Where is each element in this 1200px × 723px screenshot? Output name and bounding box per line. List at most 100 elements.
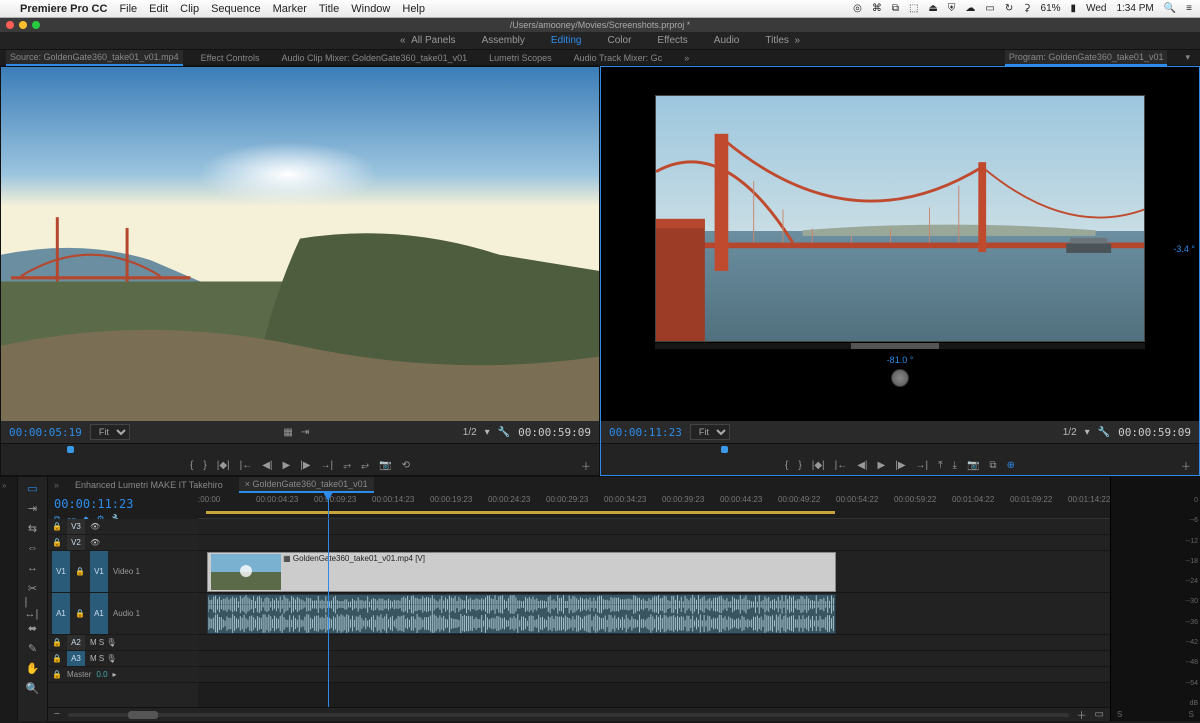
- workspace-all-panels[interactable]: All Panels: [411, 35, 455, 46]
- track-header-a3[interactable]: 🔒A3M S 🎙: [48, 651, 198, 667]
- status-icon[interactable]: ◎: [853, 3, 862, 14]
- slide-tool[interactable]: ⬌: [25, 621, 41, 635]
- vr-orientation-dial[interactable]: [891, 369, 909, 387]
- button-editor-icon[interactable]: ＋: [1181, 458, 1191, 473]
- source-playhead[interactable]: [67, 446, 74, 453]
- maximize-button[interactable]: [32, 21, 40, 29]
- hand-tool[interactable]: ✋: [25, 661, 41, 675]
- wifi-icon[interactable]: ⚳: [1023, 3, 1030, 14]
- visibility-icon[interactable]: 👁: [90, 538, 100, 547]
- workspace-editing[interactable]: Editing: [551, 35, 582, 46]
- lift-icon[interactable]: ⤒: [938, 460, 942, 471]
- zoom-in-icon[interactable]: ＋: [1077, 707, 1087, 722]
- dropbox-icon[interactable]: ⧉: [892, 3, 899, 14]
- step-fwd-icon[interactable]: |▶: [300, 460, 310, 471]
- source-monitor-viewport[interactable]: [1, 67, 599, 421]
- program-settings-icon[interactable]: 🔧: [1098, 427, 1110, 438]
- lock-icon[interactable]: 🔒: [52, 638, 62, 647]
- workspace-effects[interactable]: Effects: [657, 35, 687, 46]
- menu-help[interactable]: Help: [402, 3, 425, 15]
- status-icon[interactable]: ⬚: [909, 3, 918, 14]
- track-header-master[interactable]: 🔒Master0.0▸: [48, 667, 198, 683]
- work-area-bar[interactable]: [206, 511, 835, 514]
- tab-program-menu-icon[interactable]: ▾: [1181, 50, 1194, 65]
- video-clip[interactable]: ▦ GoldenGate360_take01_v01.mp4 [V]: [207, 552, 836, 592]
- visibility-icon[interactable]: 👁: [90, 522, 100, 531]
- selection-tool[interactable]: ▭: [25, 481, 41, 495]
- tab-lumetri-scopes[interactable]: Lumetri Scopes: [485, 51, 556, 65]
- lock-icon[interactable]: 🔒: [52, 670, 62, 679]
- source-vr-toggle-icon[interactable]: ▦: [283, 427, 292, 438]
- lock-icon[interactable]: 🔒: [52, 522, 62, 531]
- step-back-icon[interactable]: ◀|: [857, 460, 867, 471]
- source-timecode-in[interactable]: 00:00:05:19: [9, 426, 82, 439]
- status-icon[interactable]: ⌘: [872, 3, 882, 14]
- tab-effect-controls[interactable]: Effect Controls: [197, 51, 264, 65]
- program-hscroll[interactable]: [655, 343, 1145, 349]
- menu-extra-icon[interactable]: ≡: [1186, 3, 1192, 14]
- source-resolution[interactable]: 1/2: [463, 427, 477, 438]
- source-patch-v1[interactable]: V1: [52, 551, 70, 592]
- button-editor-icon[interactable]: ＋: [581, 458, 591, 473]
- program-resolution[interactable]: 1/2: [1063, 427, 1077, 438]
- track-select-tool[interactable]: ⇥: [25, 501, 41, 515]
- source-settings-icon[interactable]: 🔧: [498, 427, 510, 438]
- mark-out-icon[interactable]: }: [203, 460, 206, 471]
- lock-icon[interactable]: 🔒: [52, 538, 62, 547]
- rolling-edit-tool[interactable]: ⇔: [25, 541, 41, 555]
- pen-tool[interactable]: ✎: [25, 641, 41, 655]
- lock-icon[interactable]: 🔒: [75, 567, 85, 576]
- step-fwd-icon[interactable]: |▶: [895, 460, 905, 471]
- vr-video-toggle-icon[interactable]: ⊕: [1007, 460, 1015, 471]
- go-in-icon[interactable]: |←: [835, 460, 848, 471]
- shield-icon[interactable]: ⛨: [948, 3, 956, 14]
- export-frame-icon[interactable]: 📷: [967, 460, 979, 471]
- project-arrow-icon[interactable]: »: [0, 477, 17, 494]
- timeline-playhead-line[interactable]: [328, 519, 329, 707]
- source-zoom-select[interactable]: Fit: [90, 424, 130, 440]
- workspace-next-icon[interactable]: »: [794, 35, 800, 46]
- track-header-v3[interactable]: 🔒V3👁: [48, 519, 198, 535]
- panel-menu-icon[interactable]: »: [54, 480, 59, 490]
- timeline-zoom-slider[interactable]: [68, 713, 1069, 717]
- chevron-down-icon[interactable]: ▾: [1085, 427, 1090, 438]
- battery-icon[interactable]: ▮: [1071, 3, 1077, 14]
- program-scrubber[interactable]: [601, 443, 1199, 455]
- mark-in-icon[interactable]: {: [785, 460, 788, 471]
- program-timecode-in[interactable]: 00:00:11:23: [609, 426, 682, 439]
- extract-icon[interactable]: ⤓: [953, 460, 957, 471]
- slip-tool[interactable]: |↔|: [25, 601, 41, 615]
- track-header-v2[interactable]: 🔒V2👁: [48, 535, 198, 551]
- track-target-a1[interactable]: A1: [90, 593, 108, 634]
- tab-audio-track-mixer[interactable]: Audio Track Mixer: Gc: [570, 51, 667, 65]
- go-out-icon[interactable]: →|: [916, 460, 929, 471]
- workspace-prev-icon[interactable]: «: [400, 35, 406, 46]
- timeline-view-icon[interactable]: ▭: [1095, 709, 1104, 720]
- cloud-icon[interactable]: ☁: [965, 3, 975, 14]
- timeline-track-area[interactable]: ▦ GoldenGate360_take01_v01.mp4 [V]: [198, 519, 1110, 707]
- mark-out-icon[interactable]: }: [798, 460, 801, 471]
- step-back-icon[interactable]: ◀|: [262, 460, 272, 471]
- mark-clip-icon[interactable]: |◆|: [812, 460, 825, 471]
- sequence-tab-0[interactable]: Enhanced Lumetri MAKE IT Takehiro: [69, 478, 229, 492]
- export-frame-icon[interactable]: 📷: [379, 460, 391, 471]
- mark-clip-icon[interactable]: |◆|: [217, 460, 230, 471]
- workspace-assembly[interactable]: Assembly: [482, 35, 525, 46]
- audio-clip[interactable]: [207, 594, 836, 634]
- zoom-tool[interactable]: 🔍: [25, 681, 41, 695]
- tab-overflow-icon[interactable]: »: [680, 51, 693, 65]
- tab-program[interactable]: Program: GoldenGate360_take01_v01: [1005, 50, 1168, 66]
- menu-title[interactable]: Title: [319, 3, 339, 15]
- menu-sequence[interactable]: Sequence: [211, 3, 261, 15]
- menu-file[interactable]: File: [119, 3, 137, 15]
- compare-icon[interactable]: ⧉: [989, 460, 996, 471]
- tab-source[interactable]: Source: GoldenGate360_take01_v01.mp4: [6, 50, 183, 66]
- program-monitor-viewport[interactable]: -3.4 °: [601, 67, 1199, 421]
- workspace-audio[interactable]: Audio: [714, 35, 740, 46]
- play-icon[interactable]: ▶: [878, 460, 886, 471]
- razor-tool[interactable]: ✂: [25, 581, 41, 595]
- rate-stretch-tool[interactable]: ↔: [25, 561, 41, 575]
- solo-left[interactable]: S: [1117, 710, 1122, 719]
- insert-icon[interactable]: ⥅: [343, 460, 351, 471]
- menu-edit[interactable]: Edit: [149, 3, 168, 15]
